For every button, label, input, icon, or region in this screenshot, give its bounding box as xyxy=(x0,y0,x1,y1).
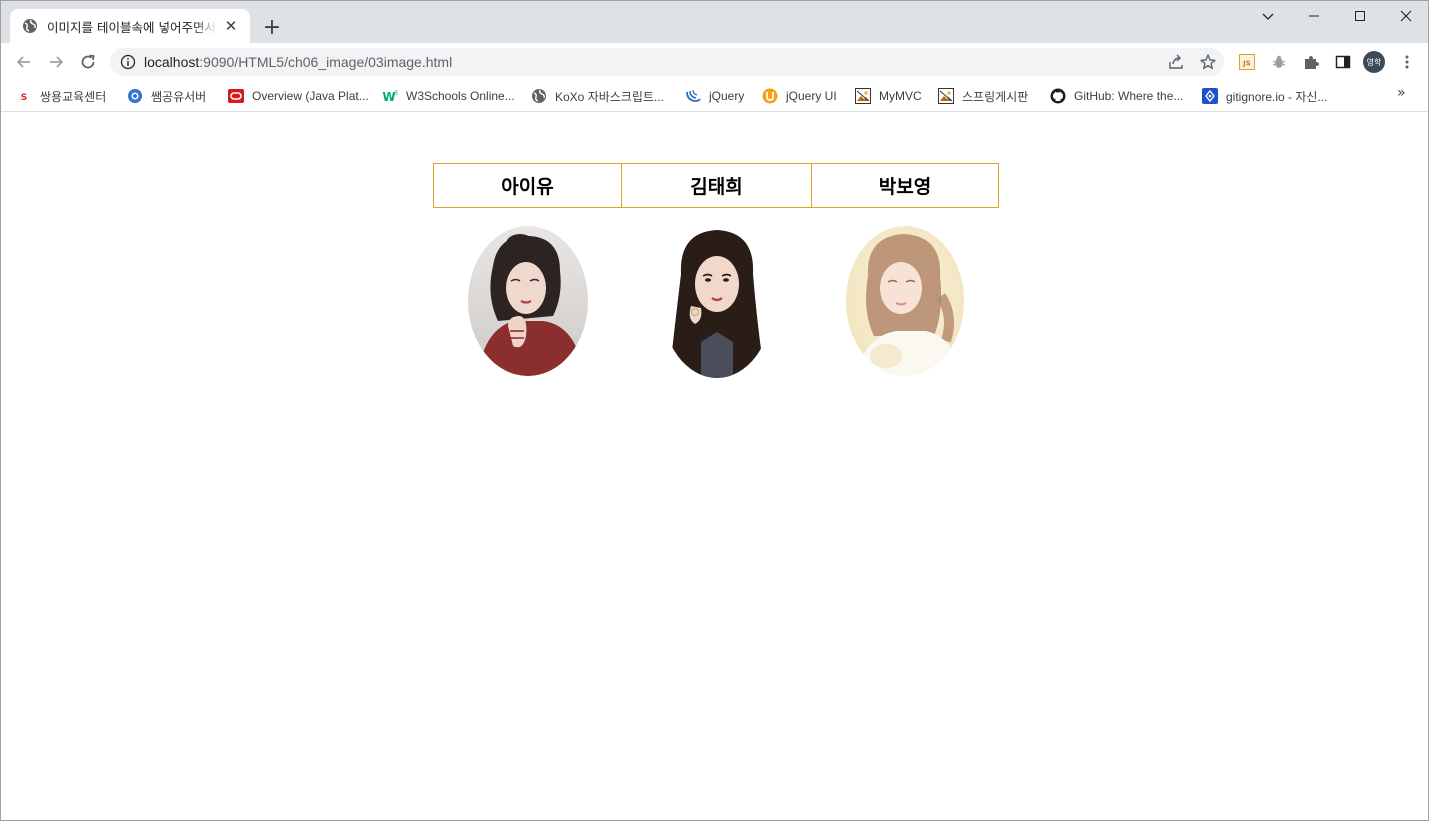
globe-icon xyxy=(22,18,38,34)
js-extension-icon: JS xyxy=(1239,54,1255,70)
bookmark-label: 쌤공유서버 xyxy=(151,89,207,104)
reload-icon xyxy=(81,54,95,69)
globe-icon xyxy=(531,88,547,104)
chevron-down-icon xyxy=(1262,13,1274,20)
people-table: 아이유 김태희 박보영 xyxy=(433,163,999,398)
bookmark-item[interactable]: GitHub: Where the... xyxy=(1050,85,1183,107)
star-icon xyxy=(1200,54,1216,70)
github-icon xyxy=(1050,88,1066,104)
table-cell xyxy=(812,208,999,398)
gitignore-icon xyxy=(1202,88,1218,104)
active-tab[interactable]: 이미지를 테이블속에 넣어주면서 ✕ xyxy=(10,9,250,43)
bookmark-label: 스프링게시판 xyxy=(962,89,1029,104)
bookmarks-overflow-button[interactable]: » xyxy=(1397,85,1406,101)
maximize-button[interactable] xyxy=(1337,1,1383,31)
maximize-icon xyxy=(1355,11,1365,21)
forward-button[interactable] xyxy=(41,47,71,77)
table-header-cell: 아이유 xyxy=(433,163,622,208)
share-icon xyxy=(1169,54,1183,69)
arrow-left-icon xyxy=(16,56,30,68)
svg-text:JS: JS xyxy=(1242,60,1251,68)
close-window-button[interactable] xyxy=(1383,1,1429,31)
table-row xyxy=(434,208,999,398)
address-bar[interactable]: localhost:9090/HTML5/ch06_image/03image.… xyxy=(110,48,1224,76)
tab-search-button[interactable] xyxy=(1245,1,1291,31)
bookmark-label: W3Schools Online... xyxy=(406,89,515,103)
bookmark-star-button[interactable] xyxy=(1194,48,1222,76)
bookmark-item[interactable]: W3 W3Schools Online... xyxy=(382,85,515,107)
table-cell xyxy=(434,208,622,398)
bug-icon xyxy=(1272,55,1286,68)
bookmark-item[interactable]: jQuery xyxy=(685,85,744,107)
bookmark-item[interactable]: KoXo 자바스크립트... xyxy=(531,85,664,107)
info-icon[interactable] xyxy=(120,54,136,70)
svg-text::: : xyxy=(19,95,21,102)
puzzle-icon xyxy=(1305,56,1319,69)
tab-strip: 이미지를 테이블속에 넣어주면서 ✕ + xyxy=(1,1,1428,43)
w3schools-icon: W3 xyxy=(382,88,398,104)
browser-window: 이미지를 테이블속에 넣어주면서 ✕ + localhost:9090/HTML… xyxy=(0,0,1429,821)
portrait-photo xyxy=(846,225,964,376)
portrait-photo xyxy=(467,225,588,376)
bookmark-item[interactable]: jQuery UI xyxy=(762,85,837,107)
image-icon xyxy=(855,88,871,104)
back-button[interactable] xyxy=(9,47,39,77)
tab-close-icon[interactable]: ✕ xyxy=(222,17,240,35)
bookmark-label: Overview (Java Plat... xyxy=(252,89,369,103)
table-header-cell: 박보영 xyxy=(811,163,999,208)
bookmark-item[interactable]: S: 쌍용교육센터 xyxy=(16,85,106,107)
bookmark-item[interactable]: MyMVC xyxy=(855,85,922,107)
table-header-cell: 김태희 xyxy=(621,163,812,208)
menu-button[interactable] xyxy=(1396,51,1418,73)
svg-text:3: 3 xyxy=(394,90,398,97)
svg-text:S: S xyxy=(21,93,27,103)
table-cell xyxy=(622,208,812,398)
portrait-photo xyxy=(660,223,773,378)
side-panel-button[interactable] xyxy=(1332,51,1354,73)
ssangyong-icon: S: xyxy=(16,88,32,104)
kebab-menu-icon xyxy=(1405,55,1409,69)
close-icon xyxy=(1400,10,1412,22)
extensions-button[interactable] xyxy=(1300,51,1322,73)
bookmark-item[interactable]: gitignore.io - 자신... xyxy=(1202,85,1327,107)
bookmark-label: jQuery UI xyxy=(786,89,837,103)
url-path: :9090/HTML5/ch06_image/03image.html xyxy=(199,54,453,70)
bug-extension-button[interactable] xyxy=(1268,51,1290,73)
tab-title: 이미지를 테이블속에 넣어주면서 xyxy=(47,19,216,35)
bookmark-label: MyMVC xyxy=(879,89,922,103)
bookmark-item[interactable]: Overview (Java Plat... xyxy=(228,85,369,107)
bookmark-label: gitignore.io - 자신... xyxy=(1226,89,1328,104)
arrow-right-icon xyxy=(50,56,64,68)
image-icon xyxy=(938,88,954,104)
bookmark-label: KoXo 자바스크립트... xyxy=(555,89,664,104)
oracle-icon xyxy=(228,88,244,104)
new-tab-button[interactable]: + xyxy=(259,14,285,40)
bookmark-label: 쌍용교육센터 xyxy=(40,89,107,104)
reload-button[interactable] xyxy=(73,47,103,77)
bookmark-label: GitHub: Where the... xyxy=(1074,89,1184,103)
minimize-icon xyxy=(1309,15,1319,17)
bookmark-item[interactable]: 스프링게시판 xyxy=(938,85,1028,107)
table-header-row: 아이유 김태희 박보영 xyxy=(433,163,999,208)
share-server-icon xyxy=(127,88,143,104)
browser-toolbar: localhost:9090/HTML5/ch06_image/03image.… xyxy=(1,43,1428,80)
bookmark-item[interactable]: 쌤공유서버 xyxy=(127,85,206,107)
bookmark-label: jQuery xyxy=(709,89,745,103)
bookmarks-bar: S: 쌍용교육센터 쌤공유서버 Overview (Java Plat... W… xyxy=(1,80,1428,112)
url-text[interactable]: localhost:9090/HTML5/ch06_image/03image.… xyxy=(144,54,452,70)
jquery-ui-icon xyxy=(762,88,778,104)
js-extension-button[interactable]: JS xyxy=(1236,51,1258,73)
url-host: localhost xyxy=(144,54,200,70)
profile-avatar[interactable]: 영학 xyxy=(1363,51,1385,73)
page-content: 아이유 김태희 박보영 xyxy=(1,113,1428,820)
share-button[interactable] xyxy=(1162,48,1190,76)
jquery-icon xyxy=(685,88,701,104)
minimize-button[interactable] xyxy=(1291,1,1337,31)
side-panel-icon xyxy=(1335,55,1351,69)
